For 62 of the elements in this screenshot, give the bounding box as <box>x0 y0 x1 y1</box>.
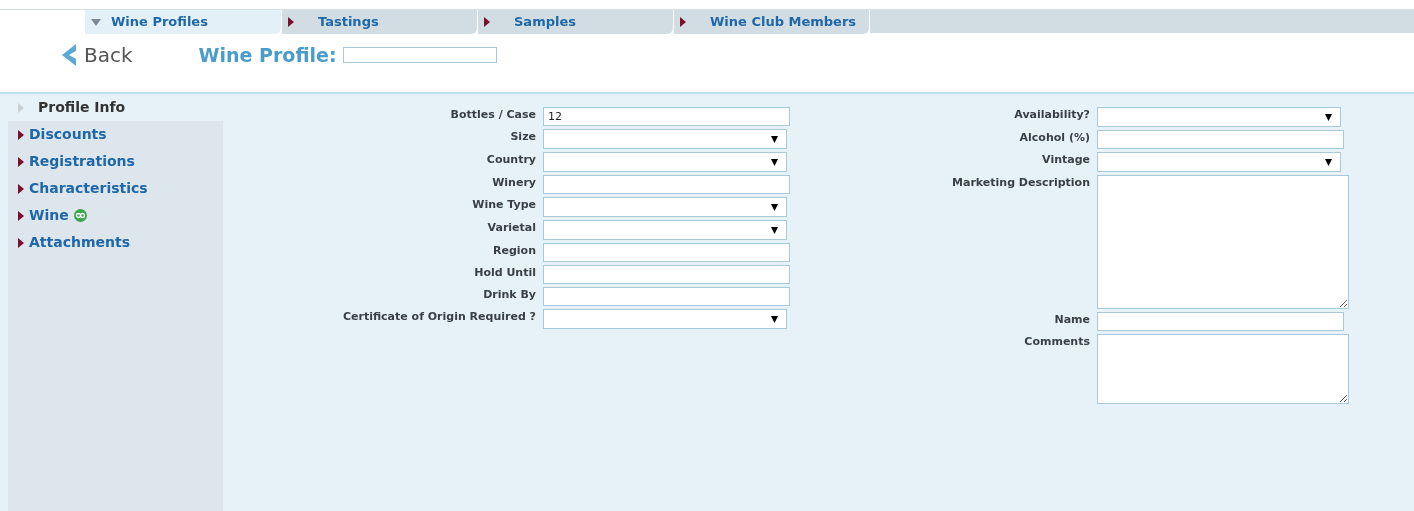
dropdown-field[interactable] <box>1097 152 1341 172</box>
caret-right-icon <box>18 156 24 167</box>
field-label: Varietal <box>486 220 536 236</box>
dropdown-field[interactable] <box>1097 107 1341 127</box>
caret-right-icon <box>18 102 24 113</box>
text-field[interactable] <box>543 265 790 284</box>
dropdown-field[interactable] <box>543 152 787 172</box>
tab[interactable]: Wine Profiles <box>85 10 281 34</box>
field-label: Vintage <box>1041 152 1090 168</box>
caret-right-icon <box>288 17 294 27</box>
sidebar-item[interactable]: Attachments <box>8 229 223 256</box>
dropdown-arrow-icon <box>771 203 778 211</box>
sidebar-item[interactable]: Registrations <box>8 148 223 175</box>
dropdown-field[interactable] <box>543 129 787 149</box>
field-label: Hold Until <box>473 265 536 281</box>
field-label: Size <box>509 129 536 145</box>
text-field[interactable] <box>1097 130 1344 149</box>
field-label: Wine Type <box>471 197 536 213</box>
sidebar-item[interactable]: Characteristics <box>8 175 223 202</box>
dropdown-arrow-icon <box>771 226 778 234</box>
text-field[interactable] <box>543 243 790 262</box>
field-label: Availability? <box>1013 107 1090 123</box>
caret-right-icon <box>18 183 24 194</box>
tab[interactable]: Tastings <box>281 10 477 34</box>
field-label: Drink By <box>482 287 536 303</box>
text-field[interactable] <box>543 287 790 306</box>
text-area[interactable] <box>1097 334 1349 404</box>
field-label: Alcohol (%) <box>1018 130 1090 146</box>
dropdown-arrow-icon <box>1325 158 1332 166</box>
text-field[interactable] <box>1097 312 1344 331</box>
field-label: Winery <box>491 175 536 191</box>
sidebar-item[interactable]: Discounts <box>8 121 223 148</box>
field-label: Bottles / Case <box>449 107 536 123</box>
field-label: Country <box>485 152 536 168</box>
caret-right-icon <box>18 237 24 248</box>
dropdown-arrow-icon <box>771 135 778 143</box>
dropdown-field[interactable] <box>543 309 787 329</box>
caret-right-icon <box>484 17 490 27</box>
page-title: Wine Profile: <box>198 42 337 68</box>
field-label: Marketing Description <box>951 175 1090 191</box>
caret-right-icon <box>680 17 686 27</box>
dropdown-arrow-icon <box>771 315 778 323</box>
field-label: Certificate of Origin Required ? <box>341 309 536 325</box>
text-field[interactable]: 12 <box>543 107 790 126</box>
tab[interactable]: Wine Club Members <box>673 10 869 34</box>
sidebar-item[interactable]: Wine <box>8 202 223 229</box>
text-area[interactable] <box>1097 175 1349 309</box>
dropdown-field[interactable] <box>543 197 787 217</box>
dropdown-field[interactable] <box>543 220 787 240</box>
caret-right-icon <box>18 129 24 140</box>
dropdown-arrow-icon <box>1325 113 1332 121</box>
field-label: Region <box>492 243 536 259</box>
field-label: Comments <box>1023 334 1090 350</box>
text-field[interactable] <box>543 175 790 194</box>
caret-right-icon <box>18 210 24 221</box>
back-chevron-icon <box>62 44 76 66</box>
tab[interactable]: Samples <box>477 10 673 34</box>
dropdown-arrow-icon <box>771 158 778 166</box>
title-field[interactable] <box>342 47 497 63</box>
caret-down-icon <box>91 18 101 26</box>
back-button[interactable]: Back <box>62 40 133 70</box>
field-label: Name <box>1053 312 1090 328</box>
